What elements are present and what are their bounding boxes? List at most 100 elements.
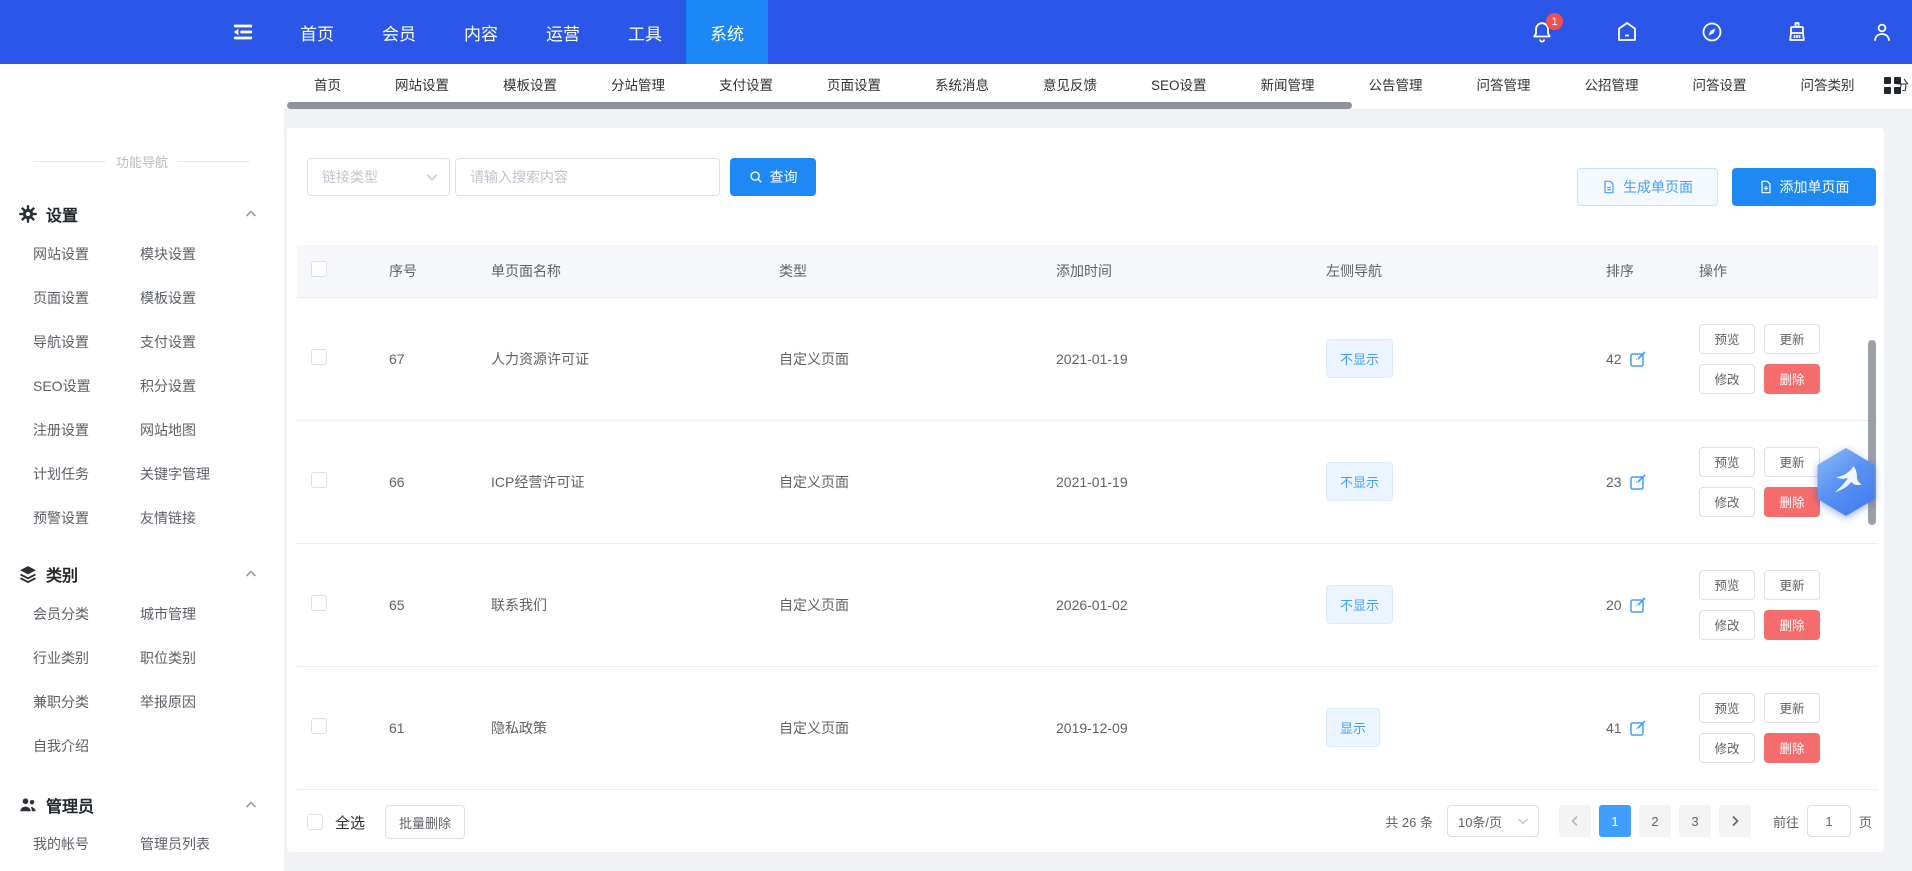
preview-button[interactable]: 预览 [1699,693,1755,723]
chevron-up-icon[interactable] [244,798,258,812]
clean-cache-icon[interactable] [1785,20,1809,44]
nav-item-home[interactable]: 首页 [276,0,358,64]
query-button[interactable]: 查询 [730,158,816,196]
update-button[interactable]: 更新 [1764,447,1820,477]
select-all-checkbox[interactable] [307,814,323,830]
add-page-button[interactable]: 添加单页面 [1732,168,1876,206]
row-checkbox[interactable] [311,349,327,365]
modify-button[interactable]: 修改 [1699,364,1755,394]
sidebar-item[interactable]: 管理员列表 [140,822,263,866]
nav-item-content[interactable]: 内容 [440,0,522,64]
nav-item-members[interactable]: 会员 [358,0,440,64]
page-button-2[interactable]: 2 [1639,805,1671,837]
tab-recruit-management[interactable]: 公招管理 [1558,74,1666,94]
tab-template-settings[interactable]: 模板设置 [476,74,584,94]
edit-sort-icon[interactable] [1629,473,1647,491]
search-input[interactable] [455,158,720,196]
user-icon[interactable] [1870,20,1894,44]
sidebar-item[interactable]: 支付设置 [140,320,263,364]
sidebar-item[interactable]: 兼职分类 [33,680,140,724]
sidebar-item[interactable]: 我的帐号 [33,822,140,866]
page-button-3[interactable]: 3 [1679,805,1711,837]
row-checkbox[interactable] [311,472,327,488]
update-button[interactable]: 更新 [1764,570,1820,600]
notification-bell-icon[interactable]: 1 [1530,20,1554,44]
modify-button[interactable]: 修改 [1699,733,1755,763]
sidebar-item[interactable]: 网站地图 [140,408,263,452]
page-button-1[interactable]: 1 [1599,805,1631,837]
edit-sort-icon[interactable] [1629,596,1647,614]
modify-button[interactable]: 修改 [1699,610,1755,640]
sidebar-item[interactable]: 会员分类 [33,592,140,636]
delete-button[interactable]: 删除 [1764,733,1820,763]
delete-button[interactable]: 删除 [1764,610,1820,640]
sidebar-item[interactable]: 模块设置 [140,232,263,276]
sidebar-item[interactable]: 管理员日志 [33,866,140,871]
prev-page-button[interactable] [1559,805,1591,837]
tab-qa-management[interactable]: 问答管理 [1450,74,1558,94]
sidebar-item[interactable]: 关键字管理 [140,452,263,496]
row-checkbox[interactable] [311,595,327,611]
goto-page-input[interactable] [1807,805,1851,837]
compass-icon[interactable] [1700,20,1724,44]
sidebar-item[interactable]: 网站设置 [33,232,140,276]
row-checkbox[interactable] [311,718,327,734]
sidebar-section-settings[interactable]: 设置 [0,199,284,229]
sidebar-item[interactable]: 行业类别 [33,636,140,680]
sidebar-item[interactable]: 预警设置 [33,496,140,540]
nav-item-operations[interactable]: 运营 [522,0,604,64]
edit-sort-icon[interactable] [1629,350,1647,368]
sidebar-item[interactable]: 举报原因 [140,680,263,724]
tab-site-settings[interactable]: 网站设置 [368,74,476,94]
tab-news[interactable]: 新闻管理 [1234,74,1342,94]
preview-button[interactable]: 预览 [1699,324,1755,354]
sidebar-item[interactable]: 模板设置 [140,276,263,320]
link-type-select[interactable]: 链接类型 [307,158,450,196]
tab-qa-settings[interactable]: 问答设置 [1666,74,1774,94]
batch-delete-button[interactable]: 批量删除 [385,805,465,839]
tab-announcements[interactable]: 公告管理 [1342,74,1450,94]
sidebar-item[interactable]: SEO设置 [33,364,140,408]
tab-payment-settings[interactable]: 支付设置 [692,74,800,94]
tab-system-messages[interactable]: 系统消息 [908,74,1016,94]
menu-collapse-icon[interactable] [228,20,258,44]
generate-page-button[interactable]: 生成单页面 [1577,168,1718,206]
modify-button[interactable]: 修改 [1699,487,1755,517]
sidebar-item[interactable]: 计划任务 [33,452,140,496]
nav-item-system[interactable]: 系统 [686,0,768,64]
tab-seo-settings[interactable]: SEO设置 [1124,74,1234,94]
home-icon[interactable] [1615,20,1639,44]
sidebar-item[interactable]: 职位类别 [140,636,263,680]
sidebar-item[interactable]: 积分设置 [140,364,263,408]
preview-button[interactable]: 预览 [1699,570,1755,600]
select-all-header-checkbox[interactable] [311,261,327,277]
tab-home[interactable]: 首页 [287,74,368,94]
preview-button[interactable]: 预览 [1699,447,1755,477]
sidebar-item[interactable]: 友情链接 [140,496,263,540]
sidebar-item[interactable]: 管理员类型 [140,866,263,871]
nav-item-tools[interactable]: 工具 [604,0,686,64]
tab-qa-category[interactable]: 问答类别 [1774,74,1882,94]
update-button[interactable]: 更新 [1764,693,1820,723]
select-all-label[interactable]: 全选 [335,812,365,833]
more-tabs-grid-icon[interactable] [1884,77,1902,95]
tab-feedback[interactable]: 意见反馈 [1016,74,1124,94]
sidebar-item[interactable]: 导航设置 [33,320,140,364]
sidebar-item[interactable]: 页面设置 [33,276,140,320]
sidebar-section-admins[interactable]: 管理员 [0,790,284,820]
chevron-up-icon[interactable] [244,207,258,221]
tabbar-scrollbar-thumb[interactable] [287,102,1352,109]
edit-sort-icon[interactable] [1629,719,1647,737]
sidebar-item[interactable]: 注册设置 [33,408,140,452]
next-page-button[interactable] [1719,805,1751,837]
thunder-download-widget[interactable] [1815,448,1877,516]
sidebar-item[interactable]: 自我介绍 [33,724,140,768]
sidebar-item[interactable]: 城市管理 [140,592,263,636]
update-button[interactable]: 更新 [1764,324,1820,354]
delete-button[interactable]: 删除 [1764,487,1820,517]
chevron-up-icon[interactable] [244,567,258,581]
sidebar-section-categories[interactable]: 类别 [0,559,284,589]
delete-button[interactable]: 删除 [1764,364,1820,394]
tab-page-settings[interactable]: 页面设置 [800,74,908,94]
tab-substation[interactable]: 分站管理 [584,74,692,94]
